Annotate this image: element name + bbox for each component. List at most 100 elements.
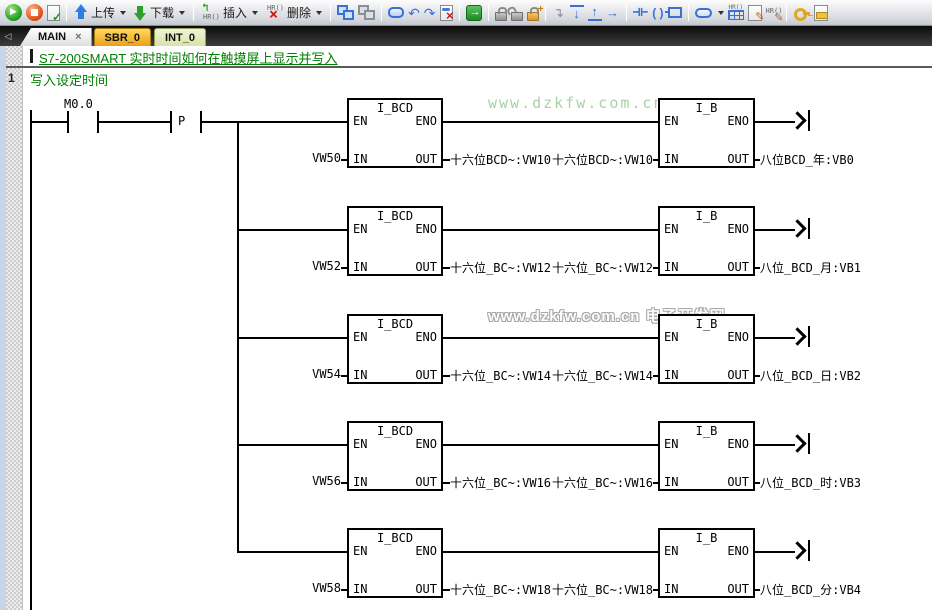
open-wire-arrow-icon	[788, 219, 806, 237]
input-operand[interactable]: VW54	[245, 367, 341, 381]
function-block-ibcd[interactable]: I_BCD EN ENO IN OUT	[347, 421, 443, 491]
title-marker-bar	[30, 49, 33, 63]
wire	[443, 229, 658, 231]
block-title: I_B	[660, 531, 753, 545]
input-operand[interactable]: 十六位BCD~:VW10	[552, 151, 653, 168]
mid-operands: 十六位_BC~:VW12 十六位_BC~:VW12	[450, 259, 653, 276]
pin-en: EN	[353, 114, 367, 128]
function-block-ibcd[interactable]: I_BCD EN ENO IN OUT	[347, 98, 443, 168]
block-title: I_BCD	[349, 317, 441, 331]
block-title: I_BCD	[349, 531, 441, 545]
pin-eno: ENO	[727, 222, 749, 236]
wire	[443, 337, 658, 339]
pin-out: OUT	[415, 582, 437, 596]
pin-out: OUT	[727, 260, 749, 274]
pin-in: IN	[353, 582, 367, 596]
input-operand[interactable]: 十六位_BC~:VW18	[552, 581, 653, 598]
wire	[443, 121, 658, 123]
ladder-rung: VW58 I_BCD EN ENO IN OUT 十六位_BC~:VW18 十六…	[0, 528, 932, 600]
pin-in: IN	[664, 260, 678, 274]
pin-in: IN	[664, 368, 678, 382]
pin-out: OUT	[727, 368, 749, 382]
block-title: I_B	[660, 317, 753, 331]
open-wire-arrow-icon	[788, 541, 806, 559]
function-block-ibcd[interactable]: I_BCD EN ENO IN OUT	[347, 314, 443, 384]
pin-in: IN	[353, 368, 367, 382]
ladder-rung: VW50 I_BCD EN ENO IN OUT 十六位BCD~:VW10 十六…	[0, 98, 932, 170]
pin-out: OUT	[415, 475, 437, 489]
open-wire-arrow-icon	[808, 433, 810, 454]
open-wire-arrow-icon	[788, 327, 806, 345]
pin-en: EN	[664, 544, 678, 558]
pin-in: IN	[353, 475, 367, 489]
output-operand[interactable]: 十六位_BC~:VW14	[450, 367, 551, 384]
pin-en: EN	[664, 222, 678, 236]
input-operand[interactable]: 十六位_BC~:VW12	[552, 259, 653, 276]
pin-eno: ENO	[727, 330, 749, 344]
function-block-ibcd[interactable]: I_BCD EN ENO IN OUT	[347, 528, 443, 598]
pin-en: EN	[353, 437, 367, 451]
ladder-overlay: S7-200SMART 实时时间如何在触摸屏上显示并写入 1 写入设定时间 ww…	[0, 0, 932, 610]
pin-out: OUT	[727, 582, 749, 596]
output-operand[interactable]: 十六位_BC~:VW16	[450, 474, 551, 491]
function-block-ibcd[interactable]: I_BCD EN ENO IN OUT	[347, 206, 443, 276]
result-operand[interactable]: 八位_BCD_月:VB1	[760, 259, 861, 276]
mid-operands: 十六位_BC~:VW14 十六位_BC~:VW14	[450, 367, 653, 384]
input-operand[interactable]: 十六位_BC~:VW14	[552, 367, 653, 384]
pin-eno: ENO	[415, 222, 437, 236]
pin-en: EN	[664, 114, 678, 128]
input-operand[interactable]: VW56	[245, 474, 341, 488]
pin-out: OUT	[415, 368, 437, 382]
open-wire-arrow-icon	[788, 434, 806, 452]
block-title: I_BCD	[349, 424, 441, 438]
result-operand[interactable]: 八位BCD_年:VB0	[760, 151, 854, 168]
function-block-ib[interactable]: I_B EN ENO IN OUT	[658, 98, 755, 168]
function-block-ib[interactable]: I_B EN ENO IN OUT	[658, 421, 755, 491]
pin-en: EN	[353, 222, 367, 236]
block-title: I_B	[660, 101, 753, 115]
wire	[443, 589, 450, 591]
pin-out: OUT	[415, 260, 437, 274]
mid-operands: 十六位_BC~:VW18 十六位_BC~:VW18	[450, 581, 653, 598]
output-operand[interactable]: 十六位_BC~:VW18	[450, 581, 551, 598]
pin-in: IN	[664, 582, 678, 596]
pin-eno: ENO	[415, 114, 437, 128]
result-operand[interactable]: 八位_BCD_时:VB3	[760, 474, 861, 491]
block-title: I_BCD	[349, 209, 441, 223]
pin-in: IN	[664, 475, 678, 489]
open-wire-arrow-icon	[808, 110, 810, 131]
pin-en: EN	[353, 330, 367, 344]
open-wire-arrow-icon	[808, 540, 810, 561]
program-title: S7-200SMART 实时时间如何在触摸屏上显示并写入	[39, 48, 338, 67]
function-block-ib[interactable]: I_B EN ENO IN OUT	[658, 206, 755, 276]
input-operand[interactable]: VW50	[245, 151, 341, 165]
pin-in: IN	[353, 152, 367, 166]
input-operand[interactable]: VW52	[245, 259, 341, 273]
mid-operands: 十六位BCD~:VW10 十六位BCD~:VW10	[450, 151, 653, 168]
output-operand[interactable]: 十六位BCD~:VW10	[450, 151, 551, 168]
result-operand[interactable]: 八位_BCD_日:VB2	[760, 367, 861, 384]
pin-out: OUT	[727, 152, 749, 166]
block-title: I_BCD	[349, 101, 441, 115]
pin-eno: ENO	[727, 544, 749, 558]
open-wire-arrow-icon	[788, 111, 806, 129]
open-wire-arrow-icon	[808, 218, 810, 239]
title-separator	[6, 66, 932, 68]
output-operand[interactable]: 十六位_BC~:VW12	[450, 259, 551, 276]
pin-en: EN	[353, 544, 367, 558]
wire	[443, 267, 450, 269]
ladder-rung: VW52 I_BCD EN ENO IN OUT 十六位_BC~:VW12 十六…	[0, 206, 932, 278]
pin-eno: ENO	[415, 437, 437, 451]
pin-out: OUT	[727, 475, 749, 489]
pin-out: OUT	[415, 152, 437, 166]
pin-en: EN	[664, 330, 678, 344]
function-block-ib[interactable]: I_B EN ENO IN OUT	[658, 314, 755, 384]
input-operand[interactable]: 十六位_BC~:VW16	[552, 474, 653, 491]
pin-eno: ENO	[415, 330, 437, 344]
result-operand[interactable]: 八位_BCD_分:VB4	[760, 581, 861, 598]
function-block-ib[interactable]: I_B EN ENO IN OUT	[658, 528, 755, 598]
network-title[interactable]: 写入设定时间	[30, 70, 108, 89]
mid-operands: 十六位_BC~:VW16 十六位_BC~:VW16	[450, 474, 653, 491]
pin-in: IN	[353, 260, 367, 274]
input-operand[interactable]: VW58	[245, 581, 341, 595]
